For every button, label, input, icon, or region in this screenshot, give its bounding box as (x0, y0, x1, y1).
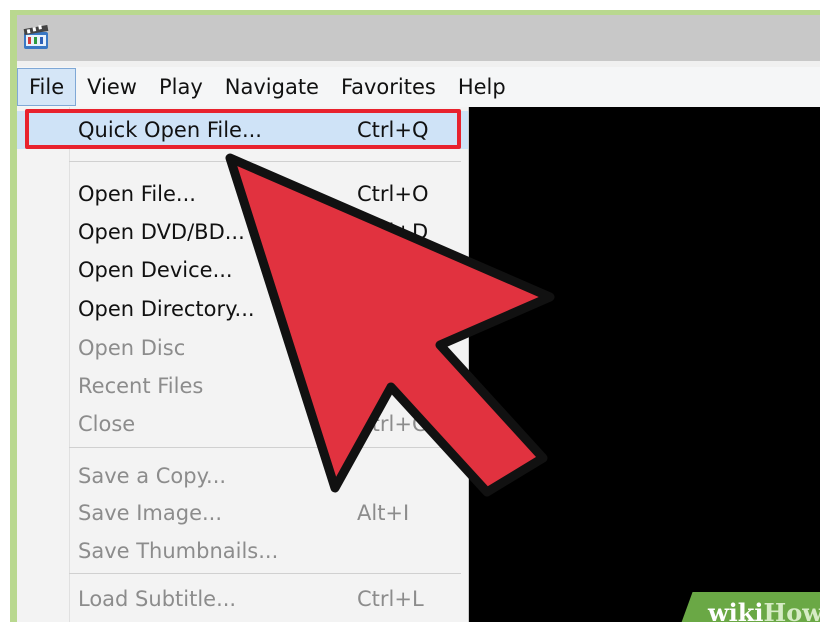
red-pointer-arrow-annotation (225, 153, 555, 497)
